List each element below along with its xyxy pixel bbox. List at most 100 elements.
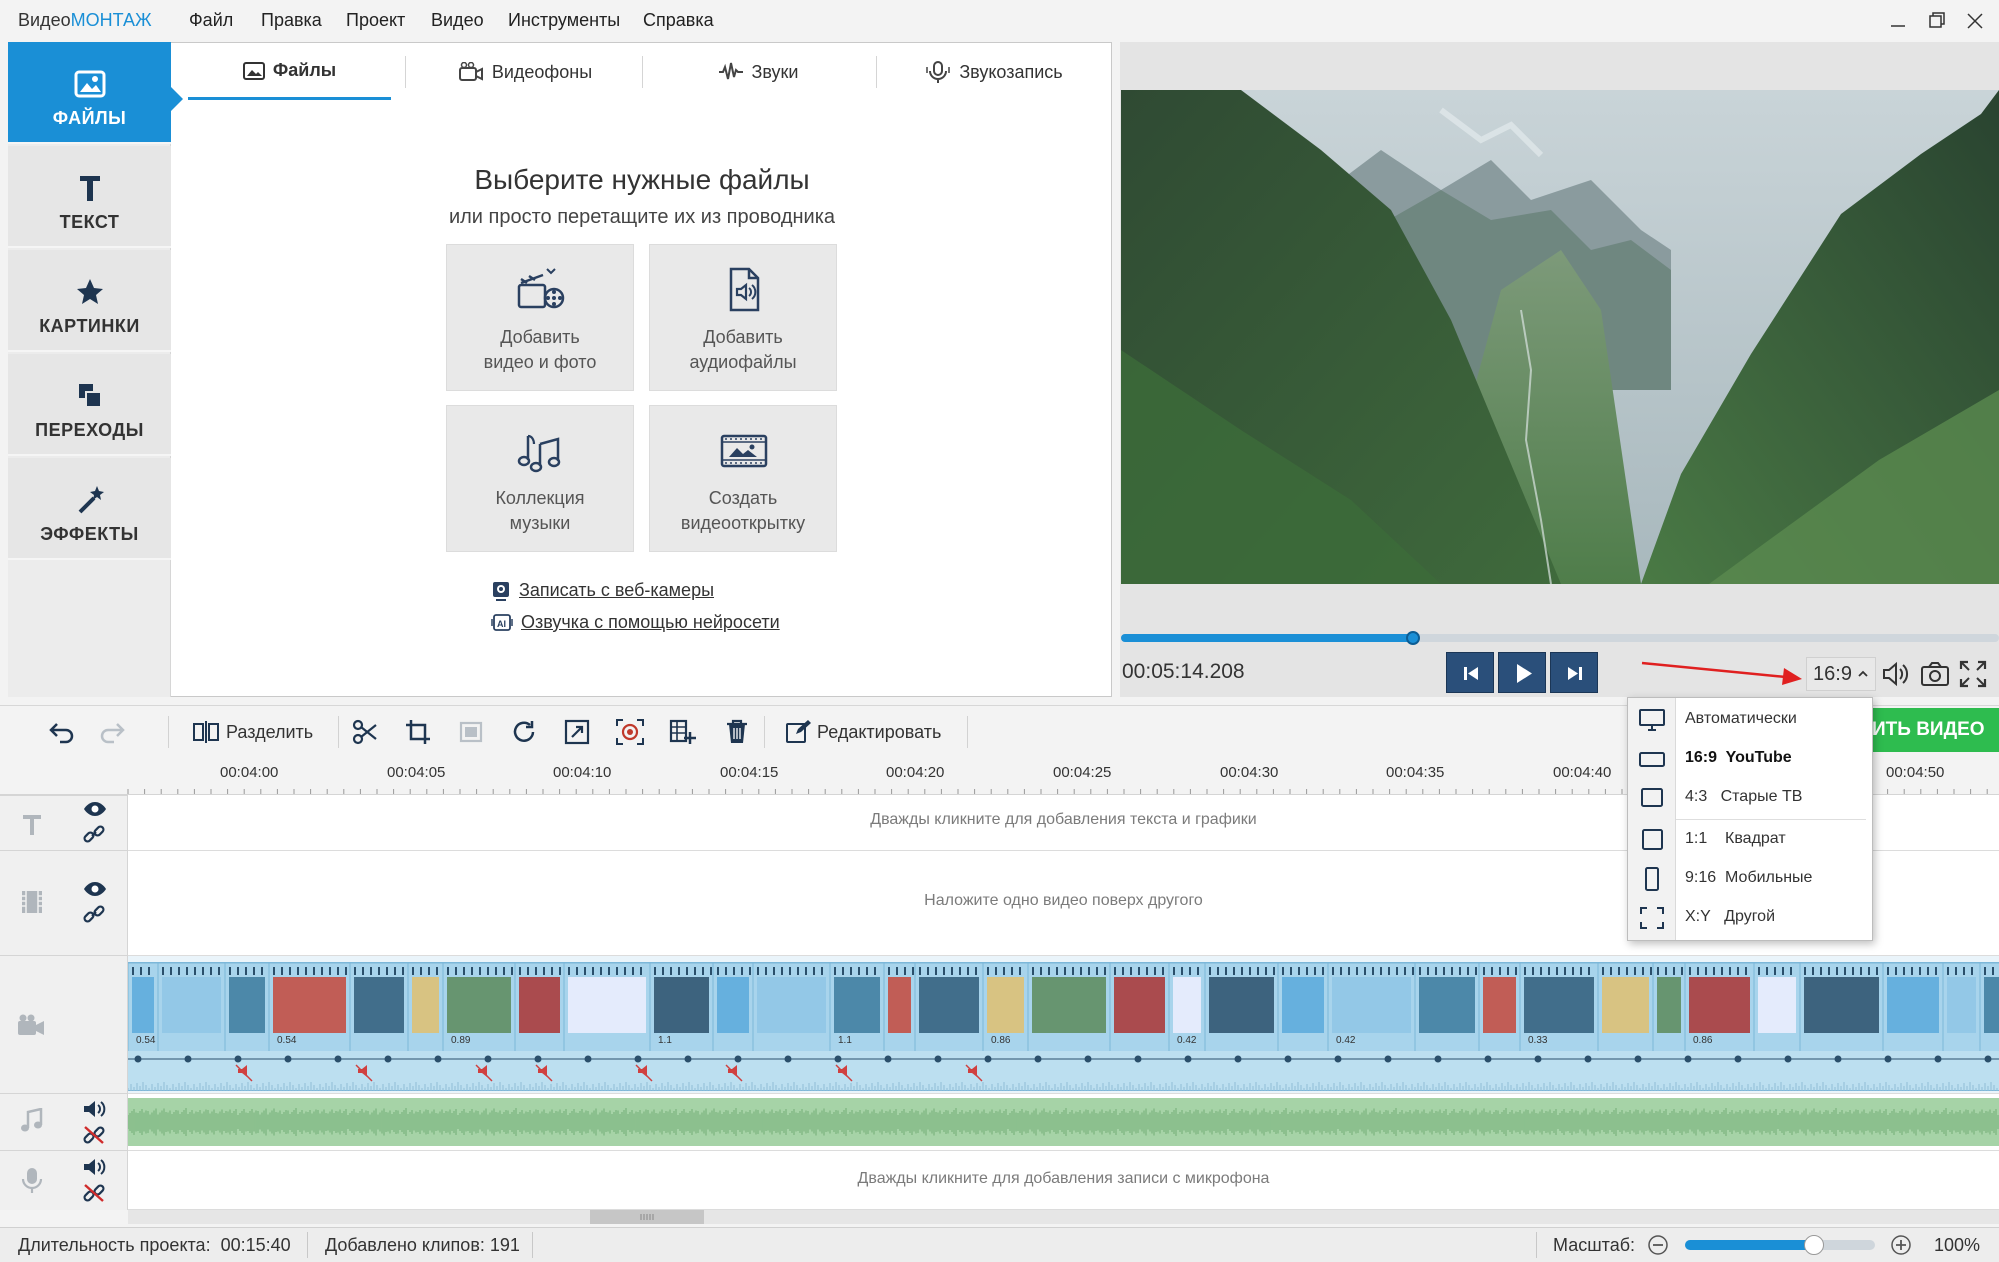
svg-text:1.1: 1.1 [658,1035,672,1046]
add-video-photo-button[interactable]: Добавить видео и фото [446,244,634,391]
zoom-pan-button[interactable] [563,716,591,748]
sidebar-item-effects[interactable]: ЭФФЕКТЫ [8,458,171,560]
image-icon [70,64,110,104]
svg-text:0.33: 0.33 [1528,1035,1548,1046]
ruler-tick-label: 00:04:50 [1886,764,1945,781]
ruler-tick-label: 00:04:30 [1220,764,1279,781]
menu-separator [1676,819,1866,820]
ruler-tick-label: 00:04:05 [387,764,446,781]
eye-icon[interactable] [82,880,108,898]
toolbar-divider [168,716,169,748]
menu-edit[interactable]: Правка [261,10,322,31]
video-track-icon [16,1013,46,1037]
crop-button[interactable] [404,716,432,748]
sidebar-item-text[interactable]: ТЕКСТ [8,146,171,248]
maximize-button[interactable] [1922,6,1952,36]
create-video-card-button[interactable]: Создать видеооткрытку [649,405,837,552]
delete-button[interactable] [724,716,750,748]
project-duration: Длительность проекта: 00:15:40 [18,1235,291,1255]
status-divider [307,1232,308,1258]
star-icon [70,272,110,312]
fullscreen-icon[interactable] [1959,660,1987,688]
ratio-option-custom[interactable]: X:Y Другой [1628,899,1874,937]
sidebar-item-files[interactable]: ФАЙЛЫ [8,42,171,144]
transitions-icon [70,376,110,416]
active-indicator [171,87,183,111]
tab-video-backgrounds[interactable]: Видеофоны [420,44,630,100]
unlink-icon[interactable] [82,1124,106,1146]
previous-button[interactable] [1446,652,1494,693]
aspect-ratio-selector[interactable]: 16:9 [1806,657,1876,691]
app-window: ВидеоМОНТАЖ Файл Правка Проект Видео Инс… [0,0,1999,1262]
ruler-tick-label: 00:04:15 [720,764,779,781]
stabilize-button[interactable] [615,716,645,748]
tab-divider [876,56,877,88]
music-waveform[interactable] [128,1098,1999,1146]
menu-video[interactable]: Видео [431,10,484,31]
menu-help[interactable]: Справка [643,10,714,31]
play-button[interactable] [1498,652,1546,693]
sidebar-item-label: ФАЙЛЫ [52,108,127,128]
webcam-link[interactable]: Записать с веб-камеры [491,580,714,601]
magic-wand-icon [70,480,110,520]
svg-text:0.54: 0.54 [136,1035,156,1046]
track-headers [0,795,128,1210]
unlink-icon[interactable] [82,1182,106,1204]
toolbar-divider [338,716,339,748]
sidebar-item-transitions[interactable]: ПЕРЕХОДЫ [8,354,171,456]
aspect-ratio-menu: Автоматически 16:9 YouTube 4:3 Старые ТВ… [1627,697,1873,941]
speaker-icon[interactable] [82,1156,106,1178]
fill-frame-button[interactable] [457,716,485,748]
ratio-option-16-9[interactable]: 16:9 YouTube [1628,740,1874,778]
zoom-value: 100% [1934,1235,1981,1255]
ratio-option-9-16[interactable]: 9:16 Мобильные [1628,860,1874,898]
video-clips-strip[interactable]: 0.54 0.54 0.89 1.1 1.1 0.86 0.42 0.42 0.33 0.86 [128,962,1999,1052]
svg-text:0.86: 0.86 [1693,1035,1713,1046]
ratio-option-auto[interactable]: Автоматически [1628,701,1874,739]
tab-files[interactable]: Файлы [188,44,391,100]
redo-button[interactable] [98,716,128,748]
zoom-slider-handle[interactable] [1804,1235,1824,1255]
zoom-in-icon[interactable] [1890,1234,1912,1256]
tab-divider [642,56,643,88]
timeline-scrollbar-thumb[interactable] [590,1210,704,1224]
add-audio-button[interactable]: Добавить аудиофайлы [649,244,837,391]
zoom-slider-fill [1685,1240,1814,1250]
cut-button[interactable] [351,716,379,748]
rotate-button[interactable] [510,716,538,748]
tab-voice-recording[interactable]: Звукозапись [893,44,1095,100]
next-button[interactable] [1550,652,1598,693]
ai-voiceover-link[interactable]: AI Озвучка с помощью нейросети [491,612,780,633]
ratio-option-1-1[interactable]: 1:1 Квадрат [1628,821,1874,859]
annotation-arrow [1640,655,1804,685]
undo-button[interactable] [46,716,76,748]
video-preview[interactable] [1121,90,1999,584]
menu-tools[interactable]: Инструменты [508,10,620,31]
eye-icon[interactable] [82,800,108,818]
volume-icon[interactable] [1881,660,1911,688]
zoom-out-icon[interactable] [1647,1234,1669,1256]
sidebar-item-pictures[interactable]: КАРТИНКИ [8,250,171,352]
snapshot-camera-icon[interactable] [1920,660,1950,688]
speaker-icon[interactable] [82,1098,106,1120]
playback-scrubber-handle[interactable] [1406,631,1420,645]
music-track-icon [20,1108,44,1134]
frame-tools-button[interactable] [668,716,696,748]
svg-text:0.42: 0.42 [1177,1035,1197,1046]
music-collection-button[interactable]: Коллекция музыки [446,405,634,552]
menu-project[interactable]: Проект [346,10,405,31]
link-icon[interactable] [82,823,106,845]
video-audio-strip[interactable] [128,1051,1999,1091]
close-window-button[interactable] [1960,6,1990,36]
timeline-scrollbar[interactable] [128,1210,1999,1224]
tab-sounds[interactable]: Звуки [658,44,858,100]
menu-file[interactable]: Файл [189,10,233,31]
tall-rect-icon [1638,867,1666,891]
edit-clip-button[interactable]: Редактировать [785,716,941,748]
split-button[interactable]: Разделить [192,716,313,748]
svg-text:1.1: 1.1 [838,1035,852,1046]
app-logo: ВидеоМОНТАЖ [18,10,152,30]
ratio-option-4-3[interactable]: 4:3 Старые ТВ [1628,779,1874,817]
minimize-button[interactable] [1883,6,1913,36]
link-icon[interactable] [82,903,106,925]
